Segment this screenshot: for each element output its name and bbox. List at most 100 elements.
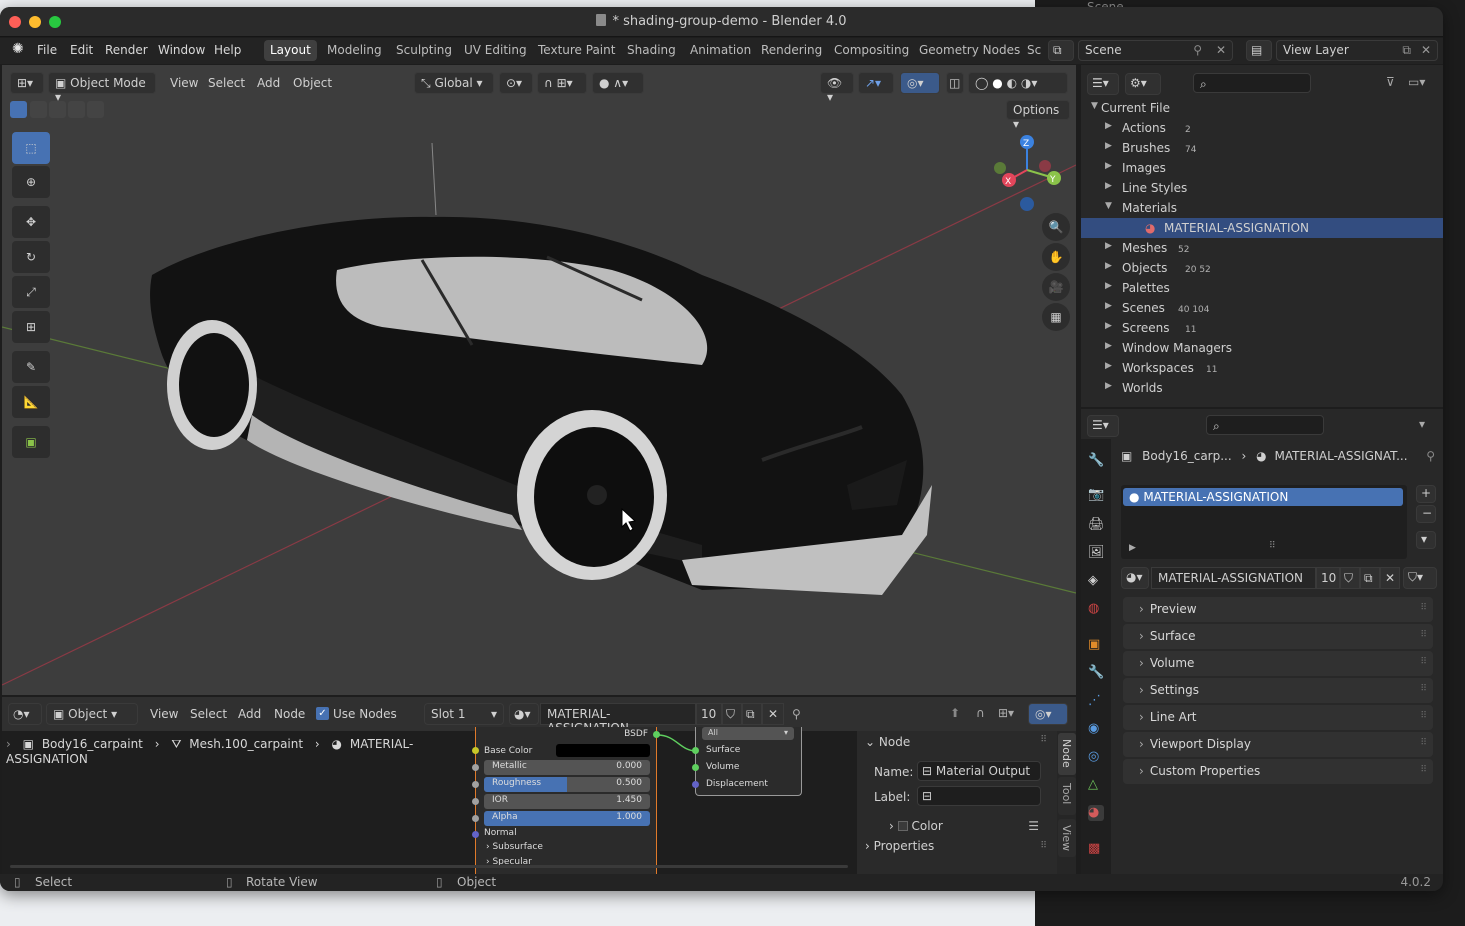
principled-bsdf-node[interactable]: BSDF Base Color Metallic 0.000 Roughness 0…	[472, 727, 660, 874]
material-tab-icon[interactable]: ◕	[1088, 805, 1104, 821]
disclosure-triangle-icon[interactable]: ▶	[1105, 241, 1112, 251]
workspace-tab-sculpting[interactable]: Sculpting	[390, 40, 458, 61]
node-menu-view[interactable]: View	[150, 707, 178, 721]
node-section-header[interactable]: ⌄ Node ⠿	[865, 735, 1051, 755]
overlays-toggle[interactable]: ◎▾	[900, 72, 940, 94]
workspace-tab-texture-paint[interactable]: Texture Paint	[532, 40, 621, 61]
material-slot-list[interactable]: ● MATERIAL-ASSIGNATION ▶ ⠿	[1121, 485, 1407, 559]
color-subpanel[interactable]: › Color ☰	[889, 819, 1039, 837]
node-label-field[interactable]: ⊟	[917, 786, 1041, 806]
displacement-socket[interactable]	[692, 781, 699, 788]
disclosure-triangle-icon[interactable]: ▶	[1105, 321, 1112, 331]
menu-window[interactable]: Window	[158, 43, 205, 57]
output-tab-icon[interactable]: 🖨	[1088, 517, 1105, 533]
select-subtract-icon[interactable]	[49, 101, 66, 118]
drag-handle-icon[interactable]: ⠿	[1420, 684, 1427, 694]
node-overlays-toggle[interactable]: ◎▾	[1028, 703, 1068, 725]
outliner-item-screens[interactable]: ▶ Screens 11	[1081, 318, 1443, 338]
data-tab-icon[interactable]: △	[1088, 777, 1104, 793]
xray-toggle[interactable]: ◫	[946, 72, 964, 94]
normal-socket[interactable]	[472, 831, 479, 838]
outliner-item-palettes[interactable]: ▶ Palettes	[1081, 278, 1443, 298]
metallic-socket[interactable]	[472, 764, 479, 771]
outliner-item-window-managers[interactable]: ▶ Window Managers	[1081, 338, 1443, 358]
outliner-item-images[interactable]: ▶ Images	[1081, 158, 1443, 178]
outliner-item-worlds[interactable]: ▶ Worlds	[1081, 378, 1443, 398]
menu-help[interactable]: Help	[214, 43, 241, 57]
list-icon[interactable]: ☰	[1028, 819, 1039, 833]
snap-target-icon[interactable]: ⊞▾	[998, 706, 1014, 720]
outliner-item-scenes[interactable]: ▶ Scenes 40 104	[1081, 298, 1443, 318]
panel-line-art[interactable]: › Line Art ⠿	[1123, 705, 1433, 730]
mode-dropdown[interactable]: ▣ Object Mode ▾	[48, 72, 156, 104]
horizontal-scrollbar[interactable]	[10, 865, 848, 868]
display-mode-dropdown[interactable]: ⚙▾	[1125, 73, 1161, 95]
disclosure-triangle-icon[interactable]: ▶	[1105, 181, 1112, 191]
material-output-node[interactable]: All ▾ Surface Volume Displacement	[692, 727, 802, 796]
workspace-tab-geometry-nodes[interactable]: Geometry Nodes	[913, 40, 1026, 61]
workspace-tab-rendering[interactable]: Rendering	[755, 40, 828, 61]
node-user-count[interactable]: 10	[696, 703, 722, 725]
parent-node-tree-icon[interactable]: ⬆	[950, 706, 960, 720]
pan-view-button[interactable]: ✋	[1042, 243, 1070, 271]
outliner-item-brushes[interactable]: ▶ Brushes 74	[1081, 138, 1443, 158]
panel-settings[interactable]: › Settings ⠿	[1123, 678, 1433, 703]
shading-mode-group[interactable]: ◯ ● ◐ ◑▾	[968, 72, 1068, 94]
drag-handle-icon[interactable]: ⠿	[1420, 711, 1427, 721]
new-collection-icon[interactable]: ▭▾	[1408, 75, 1425, 89]
drag-handle-icon[interactable]: ⠿	[1040, 841, 1047, 851]
pivot-point-dropdown[interactable]: ⊙▾	[499, 72, 533, 94]
node-unlink-button[interactable]: ✕	[762, 703, 784, 725]
viewport-menu-view[interactable]: View	[170, 76, 198, 90]
transform-orientation-dropdown[interactable]: ⤡ Global ▾	[414, 72, 494, 94]
properties-search-input[interactable]: ⌕	[1206, 415, 1324, 435]
surface-socket[interactable]	[692, 747, 699, 754]
outliner-item-line-styles[interactable]: ▶ Line Styles	[1081, 178, 1443, 198]
properties-editor-type[interactable]: ☰▾	[1087, 415, 1119, 437]
fake-user-button[interactable]: ⛉	[1340, 567, 1360, 589]
outliner-item-objects[interactable]: ▶ Objects 20 52	[1081, 258, 1443, 278]
output-target-dropdown[interactable]: All ▾	[702, 727, 794, 740]
camera-view-button[interactable]: 🎥	[1042, 273, 1070, 301]
tool-tab-icon[interactable]: 🔧	[1088, 453, 1104, 469]
physics-tab-icon[interactable]: ◉	[1088, 721, 1104, 737]
shader-type-dropdown[interactable]: ▣ Object ▾	[46, 703, 138, 725]
drag-handle-icon[interactable]: ⠿	[1420, 738, 1427, 748]
filter-icon[interactable]: ⊽	[1386, 75, 1395, 89]
view-layer-tab-icon[interactable]: 🖼	[1088, 545, 1105, 561]
disclosure-triangle-icon[interactable]: ▶	[1105, 381, 1112, 391]
texture-tab-icon[interactable]: ▩	[1088, 841, 1104, 857]
disclosure-triangle-icon[interactable]: ▶	[1105, 121, 1112, 131]
slot-dropdown[interactable]: Slot 1 ▾	[424, 703, 504, 725]
use-nodes-checkbox[interactable]: ✓	[316, 707, 329, 720]
transform-tool[interactable]: ⊞	[12, 311, 50, 343]
ior-field[interactable]: IOR 1.450	[484, 794, 650, 809]
blender-logo-icon[interactable]: ✺	[12, 41, 24, 57]
select-intersect-icon[interactable]	[87, 101, 104, 118]
sidebar-tab-view[interactable]: View	[1058, 819, 1076, 857]
outliner-editor-type[interactable]: ☰▾	[1087, 73, 1119, 95]
disclosure-triangle-icon[interactable]: ▶	[1105, 341, 1112, 351]
move-tool[interactable]: ✥	[12, 206, 50, 238]
drag-handle-icon[interactable]: ⠿	[1420, 765, 1427, 775]
outliner-item-actions[interactable]: ▶ Actions 2	[1081, 118, 1443, 138]
world-tab-icon[interactable]: ◍	[1088, 601, 1104, 617]
viewport-menu-select[interactable]: Select	[208, 76, 245, 90]
outliner-root[interactable]: ▼ Current File	[1081, 98, 1443, 118]
viewport-menu-object[interactable]: Object	[293, 76, 332, 90]
object-tab-icon[interactable]: ▣	[1088, 637, 1104, 653]
disclosure-triangle-icon[interactable]: ▶	[1105, 301, 1112, 311]
cursor-tool[interactable]: ⊕	[12, 166, 50, 198]
wireframe-shading-icon[interactable]: ◯	[975, 76, 988, 90]
menu-file[interactable]: File	[37, 43, 57, 57]
ior-socket[interactable]	[472, 798, 479, 805]
duplicate-material-button[interactable]: ⧉	[1360, 567, 1380, 589]
3d-viewport[interactable]: Z Y X ⊞▾ ▣ Object Mode ▾ View Select Add…	[2, 65, 1076, 695]
disclosure-triangle-icon[interactable]: ▶	[1105, 281, 1112, 291]
remove-slot-button[interactable]: −	[1416, 505, 1436, 523]
workspace-tab-layout[interactable]: Layout	[264, 40, 317, 61]
base-color-socket[interactable]	[472, 747, 479, 754]
base-color-swatch[interactable]	[556, 744, 650, 757]
scene-tab-icon[interactable]: ◈	[1088, 573, 1104, 589]
node-name-field[interactable]: ⊟ Material Output	[917, 761, 1041, 781]
